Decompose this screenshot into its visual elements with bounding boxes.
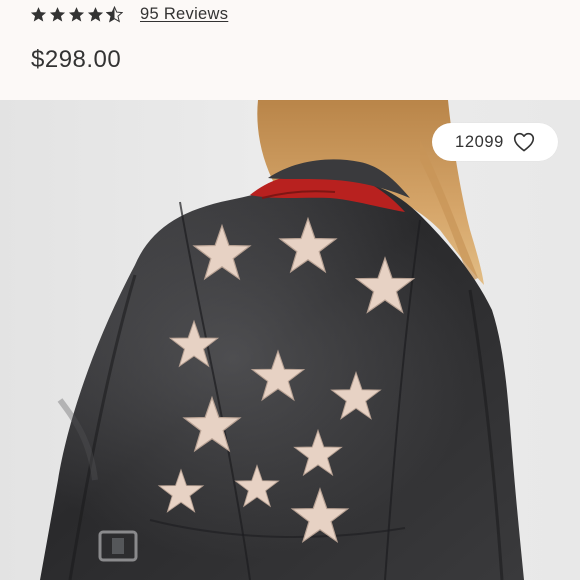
rating-row: 95 Reviews [30, 2, 228, 26]
star-full-icon [30, 6, 47, 21]
product-image[interactable]: 12099 [0, 100, 580, 580]
star-patch-leather-jacket-photo [0, 100, 580, 580]
like-button[interactable]: 12099 [432, 123, 558, 161]
like-count: 12099 [455, 132, 504, 151]
product-info-header: 95 Reviews $298.00 [0, 0, 580, 100]
product-detail-view: 95 Reviews $298.00 12099 [0, 0, 580, 580]
star-full-icon [68, 6, 85, 21]
star-full-icon [87, 6, 104, 21]
star-half-icon [106, 5, 123, 22]
rating-stars [30, 5, 123, 23]
star-full-icon [49, 6, 66, 21]
reviews-link[interactable]: 95 Reviews [140, 5, 228, 24]
product-price: $298.00 [31, 46, 122, 73]
heart-icon [513, 132, 535, 152]
